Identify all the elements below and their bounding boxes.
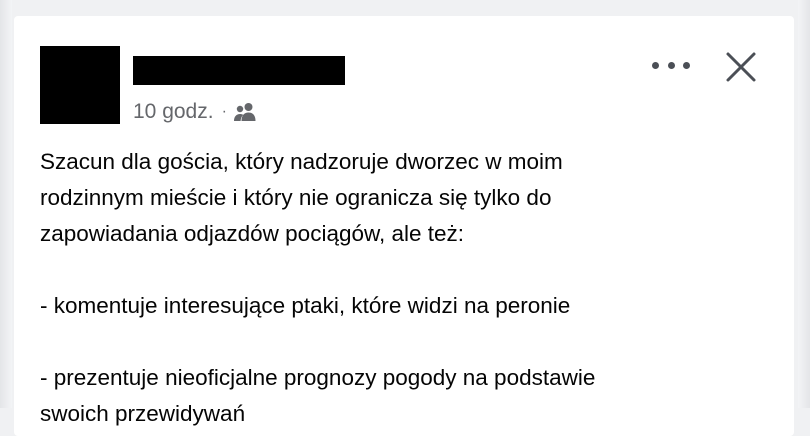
post-paragraph-intro: Szacun dla gościa, który nadzoruje dworz… bbox=[40, 149, 563, 246]
more-dot bbox=[667, 61, 675, 69]
post-timestamp[interactable]: 10 godz. bbox=[133, 100, 214, 124]
close-icon[interactable] bbox=[724, 50, 758, 84]
more-dot bbox=[652, 61, 659, 69]
post-body: Szacun dla gościa, który nadzoruje dworz… bbox=[40, 144, 780, 432]
post-meta: 10 godz. · bbox=[133, 98, 257, 126]
post-bullet-birds: - komentuje interesujące ptaki, które wi… bbox=[40, 293, 571, 318]
avatar-redacted[interactable] bbox=[40, 46, 120, 124]
more-options-icon[interactable] bbox=[652, 52, 690, 78]
friends-audience-icon[interactable] bbox=[233, 102, 257, 122]
post-bullet-weather: - prezentuje nieoficjalne prognozy pogod… bbox=[40, 365, 596, 426]
author-name-redacted[interactable] bbox=[133, 56, 345, 85]
meta-separator: · bbox=[221, 103, 227, 120]
screen-edge-left bbox=[0, 0, 12, 408]
more-dot bbox=[683, 61, 690, 69]
screen-edge-right bbox=[798, 0, 810, 408]
post-card: 10 godz. · Szacun dla gościa, który nadz… bbox=[14, 16, 794, 436]
